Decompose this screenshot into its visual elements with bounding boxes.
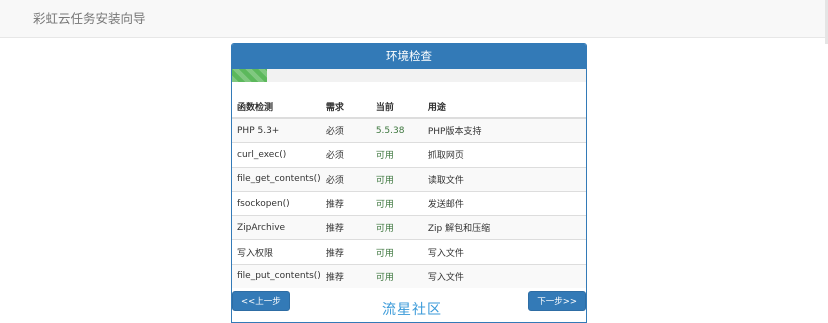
top-navbar: 彩虹云任务安装向导 <box>0 0 828 38</box>
cell-requirement: 必须 <box>320 117 371 143</box>
cell-requirement: 推荐 <box>320 263 371 289</box>
cell-purpose: 发送邮件 <box>422 190 586 216</box>
table-row: ZipArchive 推荐 可用 Zip 解包和压缩 <box>232 215 586 240</box>
cell-requirement: 必须 <box>320 166 371 192</box>
cell-current: 5.5.38 <box>370 117 423 143</box>
cell-function: file_get_contents() <box>232 166 321 192</box>
cell-purpose: 写入文件 <box>422 263 586 289</box>
table-row: curl_exec() 必须 可用 抓取网页 <box>232 142 586 168</box>
cell-requirement: 推荐 <box>320 215 371 240</box>
cell-requirement: 推荐 <box>320 190 371 216</box>
cell-requirement: 必须 <box>320 142 371 168</box>
table-row: file_put_contents() 推荐 可用 写入文件 <box>232 263 586 289</box>
table-row: 写入权限 推荐 可用 写入文件 <box>232 239 586 265</box>
page-title: 彩虹云任务安装向导 <box>33 11 146 26</box>
cell-function: curl_exec() <box>232 142 321 168</box>
cell-current: 可用 <box>370 215 423 240</box>
environment-check-panel: 环境检查 函数检测 需求 当前 用途 PHP 5.3+ 必须 5.5.38 PH… <box>231 43 587 323</box>
panel-title: 环境检查 <box>232 44 586 69</box>
cell-function: 写入权限 <box>232 239 321 265</box>
column-header-function: 函数检测 <box>232 95 321 119</box>
environment-check-table: 函数检测 需求 当前 用途 PHP 5.3+ 必须 5.5.38 PHP版本支持… <box>232 95 586 289</box>
column-header-purpose: 用途 <box>422 95 586 119</box>
cell-current: 可用 <box>370 263 423 289</box>
next-step-button[interactable]: 下一步>> <box>528 291 586 311</box>
cell-function: PHP 5.3+ <box>232 117 321 143</box>
cell-function: ZipArchive <box>232 215 321 240</box>
cell-purpose: 写入文件 <box>422 239 586 265</box>
cell-current: 可用 <box>370 239 423 265</box>
cell-purpose: Zip 解包和压缩 <box>422 215 586 240</box>
watermark-text: 流星社区 <box>382 302 442 318</box>
cell-current: 可用 <box>370 190 423 216</box>
cell-function: file_put_contents() <box>232 263 321 289</box>
cell-purpose: PHP版本支持 <box>422 117 586 143</box>
cell-function: fsockopen() <box>232 190 321 216</box>
table-header-row: 函数检测 需求 当前 用途 <box>232 95 586 119</box>
column-header-current: 当前 <box>370 95 423 119</box>
cell-purpose: 读取文件 <box>422 166 586 192</box>
column-header-requirement: 需求 <box>320 95 371 119</box>
cell-requirement: 推荐 <box>320 239 371 265</box>
table-row: file_get_contents() 必须 可用 读取文件 <box>232 166 586 192</box>
cell-current: 可用 <box>370 166 423 192</box>
cell-current: 可用 <box>370 142 423 168</box>
progress-bar-fill <box>232 69 268 82</box>
table-row: PHP 5.3+ 必须 5.5.38 PHP版本支持 <box>232 117 586 143</box>
install-progress <box>232 69 586 82</box>
cell-purpose: 抓取网页 <box>422 142 586 168</box>
previous-step-button[interactable]: <<上一步 <box>232 291 290 311</box>
table-row: fsockopen() 推荐 可用 发送邮件 <box>232 190 586 216</box>
